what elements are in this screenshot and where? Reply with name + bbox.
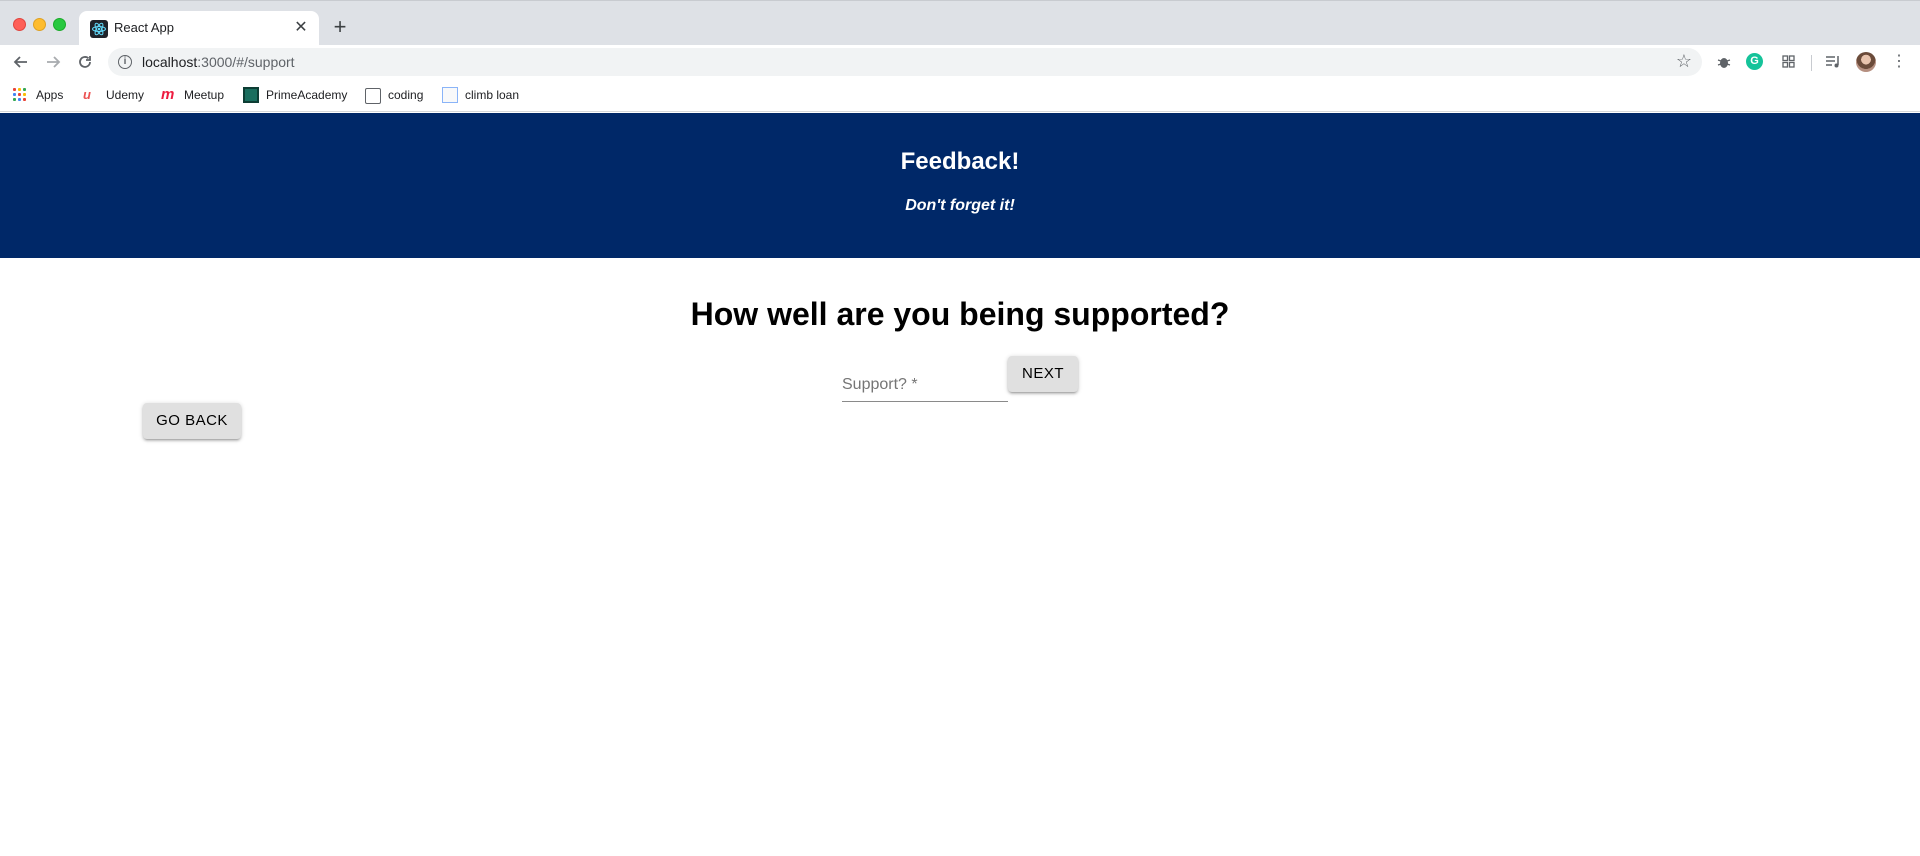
primeacademy-logo-icon <box>243 87 259 103</box>
reload-icon <box>79 56 91 68</box>
bookmark-climb-loan[interactable]: climb loan <box>442 86 519 104</box>
info-icon[interactable]: i <box>118 55 132 69</box>
bookmark-udemy[interactable]: u Udemy <box>83 86 144 104</box>
meetup-logo-icon: m <box>161 86 175 103</box>
grid-extension-icon[interactable] <box>1777 51 1799 73</box>
reload-button[interactable] <box>72 49 98 75</box>
kebab-menu-icon[interactable]: ⋮ <box>1888 51 1910 73</box>
browser-toolbar: i localhost:3000/#/support ☆ G ⋮ <box>0 45 1920 78</box>
new-tab-button[interactable]: + <box>329 16 351 38</box>
support-input[interactable] <box>842 372 1008 400</box>
bookmark-label: Udemy <box>106 88 145 102</box>
browser-tab-strip: React App ✕ + <box>0 0 1920 46</box>
react-logo-icon <box>90 20 108 38</box>
bookmark-label: coding <box>388 88 424 102</box>
apps-grid-icon <box>13 87 29 103</box>
bug-extension-icon[interactable] <box>1713 51 1735 73</box>
arrow-left-icon <box>13 56 27 68</box>
bookmark-meetup[interactable]: m Meetup <box>161 86 224 104</box>
back-button[interactable] <box>8 49 34 75</box>
bookmark-apps[interactable]: Apps <box>13 86 63 104</box>
forward-button[interactable] <box>40 49 66 75</box>
arrow-right-icon <box>47 56 61 68</box>
address-bar[interactable]: i localhost:3000/#/support ☆ <box>108 48 1702 76</box>
tab-title: React App <box>114 20 174 35</box>
go-back-button[interactable]: GO BACK <box>143 403 241 439</box>
bookmarks-bar: Apps u Udemy m Meetup PrimeAcademy codin… <box>0 78 1920 112</box>
page-question: How well are you being supported? <box>690 296 1230 332</box>
profile-avatar[interactable] <box>1856 52 1876 72</box>
close-tab-icon[interactable]: ✕ <box>292 19 310 37</box>
next-button[interactable]: NEXT <box>1008 356 1078 392</box>
app-title: Feedback! <box>900 148 1020 175</box>
bookmark-label: Meetup <box>184 88 225 102</box>
folder-icon <box>365 88 381 104</box>
app-header: Feedback! Don't forget it! <box>0 113 1920 258</box>
star-icon[interactable]: ☆ <box>1676 51 1692 71</box>
grammarly-extension-icon[interactable]: G <box>1746 53 1763 70</box>
minimize-window-button[interactable] <box>33 18 46 31</box>
udemy-logo-icon: u <box>83 87 91 102</box>
bookmark-folder-coding[interactable]: coding <box>365 86 423 104</box>
app-subtitle: Don't forget it! <box>905 197 1015 214</box>
browser-tab-active[interactable]: React App ✕ <box>79 11 319 46</box>
bookmark-primeacademy[interactable]: PrimeAcademy <box>243 86 347 104</box>
support-field[interactable]: Support? * <box>842 362 1008 402</box>
bookmark-label: Apps <box>36 88 64 102</box>
bookmark-label: PrimeAcademy <box>266 88 348 102</box>
toolbar-divider <box>1811 55 1812 71</box>
document-icon <box>442 87 458 103</box>
maximize-window-button[interactable] <box>53 18 66 31</box>
bookmark-label: climb loan <box>465 88 520 102</box>
media-controls-icon[interactable] <box>1822 51 1844 73</box>
close-window-button[interactable] <box>13 18 26 31</box>
url-text[interactable]: localhost:3000/#/support <box>142 54 295 70</box>
